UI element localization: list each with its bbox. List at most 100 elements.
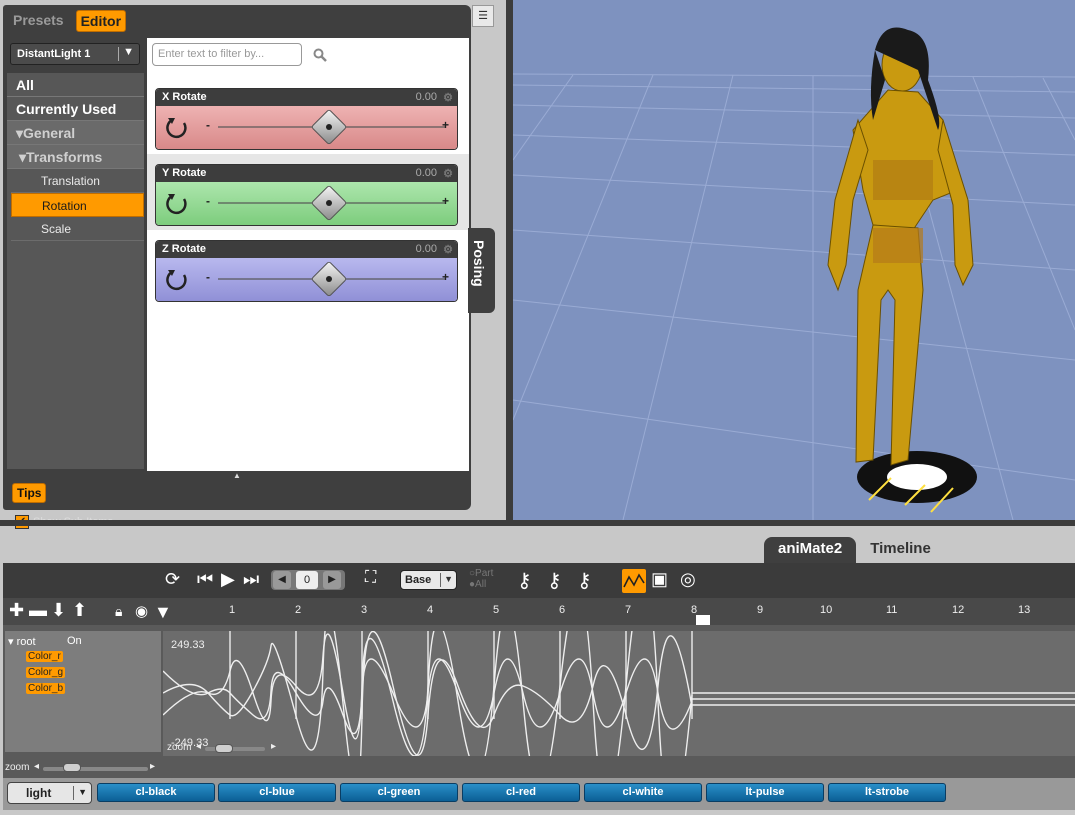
frame-input[interactable]: 0: [296, 571, 318, 589]
ruler-tick: 7: [625, 604, 632, 616]
preset-cl-green[interactable]: cl-green: [340, 783, 458, 802]
skip-start-icon[interactable]: ⏮: [197, 569, 213, 590]
loop-icon[interactable]: ⟳: [165, 569, 180, 590]
timeline-zoom-thumb[interactable]: [63, 763, 81, 772]
lock-icon[interactable]: 🔒︎: [115, 603, 122, 620]
param-value[interactable]: 0.00: [416, 91, 437, 103]
ruler-tick: 2: [295, 604, 302, 616]
node-select-dropdown[interactable]: DistantLight 1 ▼: [10, 43, 140, 65]
prev-frame-icon[interactable]: ◀: [273, 571, 291, 589]
category-transforms[interactable]: ▾Transforms: [7, 145, 144, 169]
slider-knob[interactable]: [310, 260, 348, 298]
category-item-rotation[interactable]: Rotation: [11, 193, 144, 217]
graph-zoom-thumb[interactable]: [215, 744, 233, 753]
horizontal-splitter[interactable]: [0, 520, 1075, 526]
tab-presets[interactable]: Presets: [9, 10, 68, 32]
zoom-left-icon[interactable]: ◂: [34, 761, 39, 772]
plus-icon[interactable]: +: [442, 194, 449, 208]
tab-animate2[interactable]: aniMate2: [764, 537, 857, 563]
ruler-tick: 6: [559, 604, 566, 616]
end-marker[interactable]: [696, 615, 710, 625]
preset-cl-white[interactable]: cl-white: [584, 783, 702, 802]
category-general-label: General: [23, 125, 76, 141]
preset-cl-blue[interactable]: cl-blue: [218, 783, 336, 802]
category-currently-used[interactable]: Currently Used: [7, 97, 144, 121]
animate2-panel: ⟳ ⏮ ▶ ⏭ ◀ 0 ▶ ⛶ Base ▼ ○Part ●All ⚷ ⚷ ⚷ …: [3, 563, 1075, 810]
delete-key-icon[interactable]: ⚷: [577, 568, 592, 593]
frame-ruler[interactable]: ✚ ▬ ⬇ ⬆ 🔒︎ ◉ ▼ 1 2 3 4 5 6 7 8 9 10 11 1…: [3, 598, 1075, 625]
save-icon[interactable]: ▣: [651, 569, 668, 590]
zoom-right-icon[interactable]: ▸: [150, 761, 155, 772]
pane-menu-icon[interactable]: ☰: [472, 5, 494, 27]
preset-lt-strobe[interactable]: lt-strobe: [828, 783, 946, 802]
layer-select-value: Base: [405, 574, 432, 586]
tree-root[interactable]: ▾ root: [8, 635, 36, 648]
rotate-icon: [166, 270, 187, 291]
part-all-toggle[interactable]: ○Part ●All: [469, 568, 493, 590]
pane-tabs: Presets Editor: [9, 10, 127, 32]
minus-icon[interactable]: -: [206, 270, 210, 284]
category-item-scale[interactable]: Scale: [11, 217, 144, 241]
fit-view-icon[interactable]: ⛶: [365, 569, 376, 587]
3d-viewport[interactable]: [513, 0, 1075, 520]
param-value[interactable]: 0.00: [416, 243, 437, 255]
tab-editor[interactable]: Editor: [75, 10, 127, 32]
plus-icon[interactable]: ✚: [9, 600, 24, 621]
graph-zoom-slider[interactable]: [205, 747, 265, 751]
ruler-tick: 9: [757, 604, 764, 616]
all-label: All: [475, 579, 487, 590]
tree-root-state[interactable]: On: [67, 635, 82, 647]
plus-icon[interactable]: +: [442, 270, 449, 284]
posing-side-tab[interactable]: Posing: [468, 228, 495, 313]
vertical-splitter[interactable]: [506, 0, 513, 522]
channel-color-b[interactable]: Color_b: [26, 683, 66, 694]
tab-timeline[interactable]: Timeline: [856, 537, 945, 563]
node-select-value: DistantLight 1: [17, 48, 91, 60]
preset-cl-red[interactable]: cl-red: [462, 783, 580, 802]
add-key-icon[interactable]: ⚷: [517, 568, 532, 593]
timeline-zoom-slider[interactable]: [43, 767, 148, 771]
collapse-arrow-icon[interactable]: ▲: [233, 471, 241, 480]
play-icon[interactable]: ▶: [221, 569, 235, 590]
gear-icon[interactable]: ⚙: [443, 167, 453, 180]
preset-category-select[interactable]: light ▼: [7, 782, 92, 804]
category-general[interactable]: ▾General: [7, 121, 144, 145]
arrow-up-icon[interactable]: ⬆: [72, 600, 87, 621]
chevron-down-icon: ▼: [78, 787, 87, 797]
minus-icon[interactable]: -: [206, 118, 210, 132]
preset-category-value: light: [26, 786, 52, 800]
minus-icon[interactable]: -: [206, 194, 210, 208]
curve-graph[interactable]: 249.33 -249.33 zoom ◂ ▸: [163, 631, 1075, 756]
slider-knob[interactable]: [310, 184, 348, 222]
skip-end-icon[interactable]: ⏭: [243, 569, 259, 590]
zero-key-icon[interactable]: ⚷: [547, 568, 562, 593]
filter-input[interactable]: Enter text to filter by...: [152, 43, 302, 66]
minus-icon[interactable]: ▬: [29, 600, 47, 621]
param-value[interactable]: 0.00: [416, 167, 437, 179]
search-icon[interactable]: [313, 48, 327, 62]
arrow-down-icon[interactable]: ⬇: [51, 600, 66, 621]
ruler-tick: 11: [886, 604, 898, 616]
tips-button[interactable]: Tips: [12, 483, 47, 503]
gear-icon[interactable]: ⚙: [443, 243, 453, 256]
next-frame-icon[interactable]: ▶: [323, 571, 341, 589]
dropdown-divider: [73, 786, 74, 800]
preset-lt-pulse[interactable]: lt-pulse: [706, 783, 824, 802]
plus-icon[interactable]: +: [442, 118, 449, 132]
channel-color-g[interactable]: Color_g: [26, 667, 66, 678]
eye-icon[interactable]: ◉: [135, 602, 148, 620]
slider-knob[interactable]: [310, 108, 348, 146]
gear-icon[interactable]: ⚙: [443, 91, 453, 104]
channel-tree: ▾ root On Color_r Color_g Color_b: [5, 631, 161, 752]
preset-cl-black[interactable]: cl-black: [97, 783, 215, 802]
zoom-left-icon[interactable]: ◂: [196, 741, 201, 752]
zoom-right-icon[interactable]: ▸: [271, 741, 276, 752]
category-item-translation[interactable]: Translation: [11, 169, 144, 193]
param-x-rotate: X Rotate 0.00 ⚙ - +: [155, 88, 458, 150]
category-all[interactable]: All: [7, 73, 144, 97]
graph-view-icon[interactable]: [622, 569, 646, 593]
channel-color-r[interactable]: Color_r: [26, 651, 63, 662]
target-icon[interactable]: ◎: [680, 569, 696, 590]
layer-select[interactable]: Base ▼: [400, 570, 457, 590]
playhead-icon[interactable]: ▼: [154, 602, 172, 623]
